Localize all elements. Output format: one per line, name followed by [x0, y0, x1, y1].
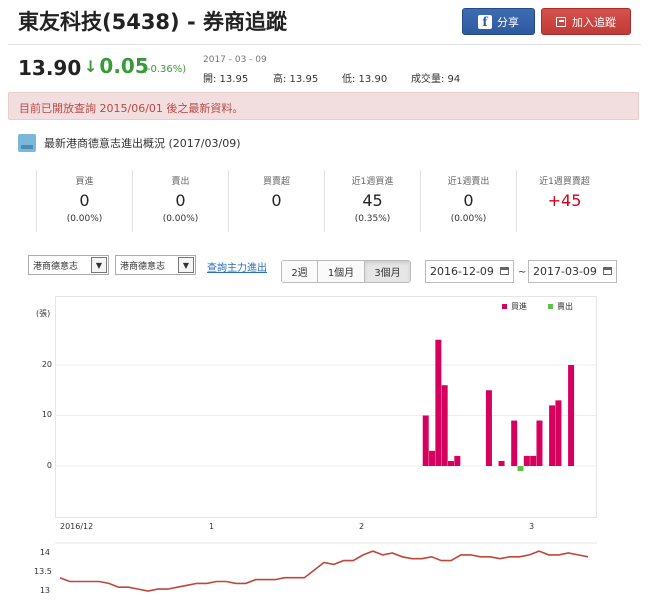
buy-bar	[498, 460, 505, 466]
sell-bar	[517, 466, 524, 472]
buy-bar	[435, 339, 442, 466]
buy-bar	[555, 400, 562, 466]
buy-bar	[485, 390, 492, 466]
buy-bar	[448, 460, 454, 466]
buy-bar	[536, 420, 543, 466]
charts-canvas	[55, 339, 597, 592]
buy-bar	[422, 415, 429, 466]
buy-bar	[429, 450, 436, 466]
buy-bar	[511, 420, 518, 466]
buy-bar	[568, 365, 575, 466]
price-line	[59, 550, 589, 592]
buy-bar	[523, 455, 530, 466]
buy-bar	[530, 455, 537, 466]
buy-bar	[441, 385, 448, 466]
buy-bar	[549, 405, 556, 466]
buy-bar	[454, 455, 461, 466]
